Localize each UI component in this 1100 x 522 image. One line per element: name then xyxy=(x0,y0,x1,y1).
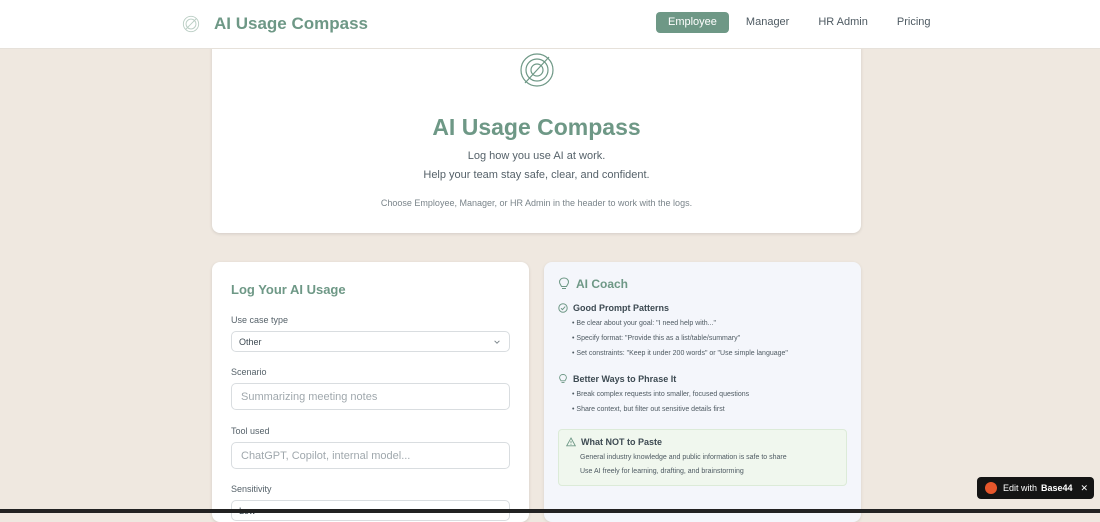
paste-guidance-item: General industry knowledge and public in… xyxy=(580,454,787,461)
log-usage-title: Log Your AI Usage xyxy=(231,282,346,297)
compass-logo-icon xyxy=(182,15,200,33)
badge-brand: Base44 xyxy=(1041,483,1073,493)
brand[interactable]: AI Usage Compass xyxy=(182,14,368,34)
nav-tab-employee[interactable]: Employee xyxy=(656,12,729,33)
hero-hint: Choose Employee, Manager, or HR Admin in… xyxy=(380,198,693,208)
nav-tab-pricing[interactable]: Pricing xyxy=(885,12,943,33)
ai-coach-card: AI Coach Good Prompt Patterns • Be clear… xyxy=(544,262,861,522)
app-header: AI Usage Compass Employee Manager HR Adm… xyxy=(0,0,1100,49)
log-usage-card: Log Your AI Usage Use case type Other Sc… xyxy=(212,262,529,522)
scenario-label: Scenario xyxy=(231,367,267,377)
paste-guidance-item: Use AI freely for learning, drafting, an… xyxy=(580,468,744,475)
lightbulb-icon xyxy=(558,277,570,289)
use-case-label: Use case type xyxy=(231,315,289,325)
tool-label: Tool used xyxy=(231,426,270,436)
hero-title: AI Usage Compass xyxy=(432,114,641,140)
better-phrasing-heading: Better Ways to Phrase It xyxy=(558,374,676,384)
edit-with-base44-badge[interactable]: Edit with Base44 ✕ xyxy=(977,477,1094,499)
nav-tab-manager[interactable]: Manager xyxy=(734,12,801,33)
sensitivity-label: Sensitivity xyxy=(231,484,272,494)
what-not-to-paste-box: What NOT to Paste General industry knowl… xyxy=(558,429,847,486)
warning-triangle-icon xyxy=(566,437,576,447)
good-pattern-item: • Set constraints: "Keep it under 200 wo… xyxy=(572,350,788,357)
nav-tab-hr-admin[interactable]: HR Admin xyxy=(806,12,880,33)
what-not-to-paste-title: What NOT to Paste xyxy=(581,437,663,447)
good-patterns-title: Good Prompt Patterns xyxy=(573,303,670,313)
bottom-bar xyxy=(0,509,1100,513)
scenario-field xyxy=(231,383,510,410)
close-icon[interactable]: ✕ xyxy=(1081,483,1089,494)
better-phrasing-title: Better Ways to Phrase It xyxy=(573,374,677,384)
better-phrasing-item: • Break complex requests into smaller, f… xyxy=(572,391,750,398)
good-patterns-heading: Good Prompt Patterns xyxy=(558,303,669,313)
what-not-to-paste-heading: What NOT to Paste xyxy=(566,437,662,447)
hero-card: AI Usage Compass Log how you use AI at w… xyxy=(212,40,861,233)
check-circle-icon xyxy=(558,303,568,313)
hero-subtitle-1: Log how you use AI at work. xyxy=(467,150,606,162)
role-nav: Employee Manager HR Admin Pricing xyxy=(656,12,943,33)
ai-coach-title: AI Coach xyxy=(576,277,629,291)
hero-subtitle-2: Help your team stay safe, clear, and con… xyxy=(423,169,650,181)
scenario-input[interactable] xyxy=(232,384,509,409)
use-case-value: Other xyxy=(239,337,262,347)
good-pattern-item: • Specify format: "Provide this as a lis… xyxy=(572,335,741,342)
app-name: AI Usage Compass xyxy=(214,14,368,33)
tool-input[interactable] xyxy=(232,443,509,468)
base44-logo-icon xyxy=(985,482,997,494)
better-phrasing-item: • Share context, but filter out sensitiv… xyxy=(572,406,725,413)
tool-field xyxy=(231,442,510,469)
ai-coach-header: AI Coach xyxy=(558,277,628,291)
lightbulb-icon xyxy=(559,374,567,383)
use-case-select[interactable]: Other xyxy=(231,331,510,352)
good-pattern-item: • Be clear about your goal: "I need help… xyxy=(572,320,717,327)
chevron-down-icon xyxy=(494,340,500,344)
compass-hero-icon xyxy=(520,53,554,87)
badge-edit-label: Edit with xyxy=(1003,483,1038,493)
